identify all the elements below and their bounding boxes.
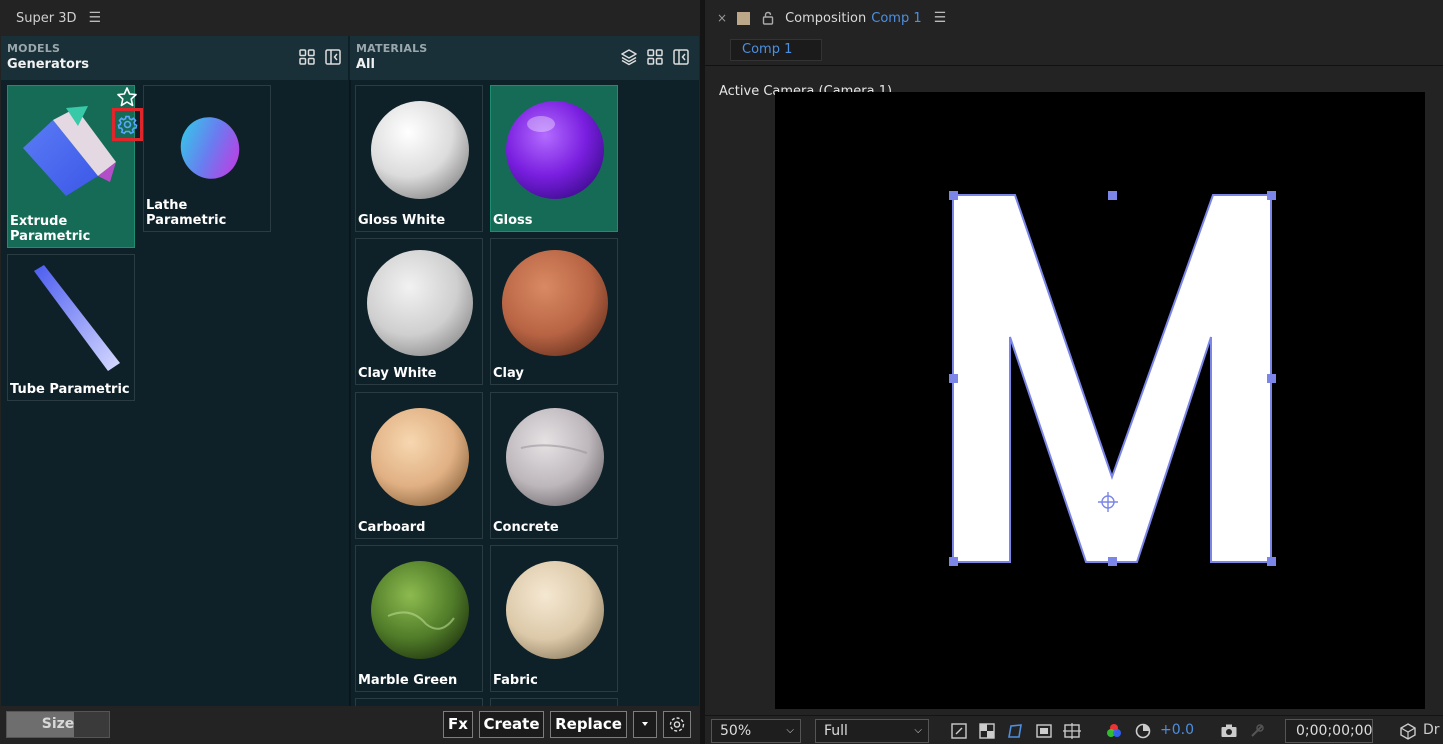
sphere-fabric bbox=[506, 561, 604, 659]
sphere-clay bbox=[502, 250, 608, 356]
resolution-value: Full bbox=[824, 723, 848, 739]
exposure-reset-icon[interactable] bbox=[1134, 722, 1152, 740]
card-label: Tube Parametric bbox=[10, 382, 130, 397]
create-button[interactable]: Create bbox=[479, 711, 544, 738]
settings-highlight bbox=[112, 108, 143, 141]
timecode-field[interactable]: 0;00;00;00 bbox=[1285, 719, 1373, 743]
sphere-concrete bbox=[506, 408, 604, 506]
exposure-value[interactable]: +0.0 bbox=[1160, 722, 1194, 738]
material-card-clay-white[interactable]: Clay White bbox=[355, 238, 483, 385]
material-card-marble-green[interactable]: Marble Green bbox=[355, 545, 483, 692]
lock-icon[interactable] bbox=[762, 11, 774, 25]
material-card-partial bbox=[355, 698, 483, 706]
sidebar-toggle-icon[interactable] bbox=[324, 48, 342, 66]
material-card-gloss-white[interactable]: Gloss White bbox=[355, 85, 483, 232]
panel-title: Composition bbox=[785, 10, 867, 26]
fast-preview-icon[interactable] bbox=[950, 722, 968, 740]
grid-view-icon[interactable] bbox=[298, 48, 316, 66]
snapshot-camera-icon[interactable] bbox=[1220, 722, 1238, 740]
models-category[interactable]: Generators bbox=[7, 57, 89, 72]
chevron-down-icon bbox=[642, 722, 648, 726]
material-card-clay[interactable]: Clay bbox=[490, 238, 618, 385]
card-label: Extrude Parametric bbox=[10, 214, 91, 244]
panel-menu-icon[interactable]: ☰ bbox=[89, 10, 102, 26]
color-channels-icon[interactable] bbox=[1105, 722, 1123, 740]
card-label: Gloss bbox=[493, 213, 533, 228]
size-slider[interactable]: Size bbox=[6, 711, 110, 738]
sphere-marble-green bbox=[371, 561, 469, 659]
renderer-cube-icon[interactable] bbox=[1399, 722, 1417, 740]
panel-body: MODELS Generators MATERIALS All Extrude … bbox=[1, 36, 699, 706]
sphere-clay-white bbox=[367, 250, 473, 356]
panel-tab-bar: Super 3D ☰ bbox=[0, 0, 700, 36]
materials-caption: MATERIALS bbox=[356, 42, 428, 55]
model-card-extrude[interactable]: Extrude Parametric bbox=[7, 85, 143, 248]
mask-path-icon[interactable] bbox=[1006, 722, 1024, 740]
tube-thumbnail bbox=[34, 265, 120, 371]
settings-button[interactable] bbox=[663, 711, 691, 738]
sphere-gloss bbox=[506, 101, 604, 199]
sphere-gloss-white bbox=[371, 101, 469, 199]
super3d-panel: Super 3D ☰ MODELS Generators MATERIALS A… bbox=[0, 0, 700, 744]
gear-icon bbox=[669, 717, 685, 732]
chevron-down-icon: ⌵ bbox=[914, 725, 922, 736]
model-card-lathe[interactable]: Lathe Parametric bbox=[143, 85, 271, 232]
composition-viewer[interactable]: Active Camera (Camera 1) bbox=[705, 67, 1443, 715]
show-snapshot-icon[interactable] bbox=[1248, 722, 1266, 740]
composition-panel: × Composition Comp 1 ☰ Comp 1 Active Cam… bbox=[705, 0, 1443, 744]
favorite-star-icon[interactable] bbox=[116, 86, 138, 108]
card-label: Fabric bbox=[493, 673, 538, 688]
material-card-fabric[interactable]: Fabric bbox=[490, 545, 618, 692]
sphere-carboard bbox=[371, 408, 469, 506]
transparency-grid-icon[interactable] bbox=[978, 722, 996, 740]
materials-header: MATERIALS All bbox=[350, 36, 699, 80]
material-card-concrete[interactable]: Concrete bbox=[490, 392, 618, 539]
material-card-gloss[interactable]: Gloss bbox=[490, 85, 618, 232]
zoom-select[interactable]: 50% ⌵ bbox=[711, 719, 801, 743]
replace-button[interactable]: Replace bbox=[550, 711, 627, 738]
dropdown-button[interactable] bbox=[633, 711, 657, 738]
models-caption: MODELS bbox=[7, 42, 61, 55]
grid-view-icon[interactable] bbox=[646, 48, 664, 66]
models-header: MODELS Generators bbox=[1, 36, 348, 80]
timecode-value: 0;00;00;00 bbox=[1296, 723, 1373, 739]
card-label: Clay bbox=[493, 366, 524, 381]
renderer-label[interactable]: Dr bbox=[1423, 722, 1440, 738]
card-label: Lathe Parametric bbox=[146, 198, 227, 228]
model-card-tube[interactable]: Tube Parametric bbox=[7, 254, 135, 401]
materials-category[interactable]: All bbox=[356, 57, 375, 72]
viewer-toolbar: 50% ⌵ Full ⌵ +0.0 0;00;00;00 Dr bbox=[705, 715, 1443, 744]
fx-button[interactable]: Fx bbox=[443, 711, 473, 738]
guides-icon[interactable] bbox=[1063, 722, 1081, 740]
sidebar-toggle-icon[interactable] bbox=[672, 48, 690, 66]
close-icon[interactable]: × bbox=[717, 11, 727, 25]
card-label: Gloss White bbox=[358, 213, 446, 228]
resolution-select[interactable]: Full ⌵ bbox=[815, 719, 929, 743]
chevron-down-icon: ⌵ bbox=[786, 725, 794, 736]
size-label: Size bbox=[41, 716, 75, 732]
card-label: Marble Green bbox=[358, 673, 458, 688]
composition-tab-header: × Composition Comp 1 ☰ bbox=[705, 0, 1443, 36]
comp-color-swatch bbox=[737, 11, 751, 25]
lathe-thumbnail bbox=[180, 117, 240, 179]
card-label: Concrete bbox=[493, 520, 559, 535]
card-label: Carboard bbox=[358, 520, 426, 535]
panel-menu-icon[interactable]: ☰ bbox=[934, 10, 947, 26]
panel-toolbar: Size Fx Create Replace bbox=[0, 706, 700, 744]
panel-title[interactable]: Super 3D bbox=[16, 11, 77, 26]
region-of-interest-icon[interactable] bbox=[1035, 722, 1053, 740]
material-card-carboard[interactable]: Carboard bbox=[355, 392, 483, 539]
comp-canvas[interactable] bbox=[775, 92, 1425, 709]
tab-comp-1[interactable]: Comp 1 bbox=[730, 39, 822, 61]
column-divider bbox=[349, 80, 351, 706]
comp-name[interactable]: Comp 1 bbox=[871, 11, 921, 26]
zoom-value: 50% bbox=[720, 723, 752, 739]
comp-tab-bar: Comp 1 bbox=[705, 36, 1443, 66]
material-card-partial bbox=[490, 698, 618, 706]
gear-icon[interactable] bbox=[115, 111, 140, 138]
card-label: Clay White bbox=[358, 366, 437, 381]
layers-icon[interactable] bbox=[620, 48, 638, 66]
letter-layer[interactable] bbox=[775, 92, 1425, 709]
